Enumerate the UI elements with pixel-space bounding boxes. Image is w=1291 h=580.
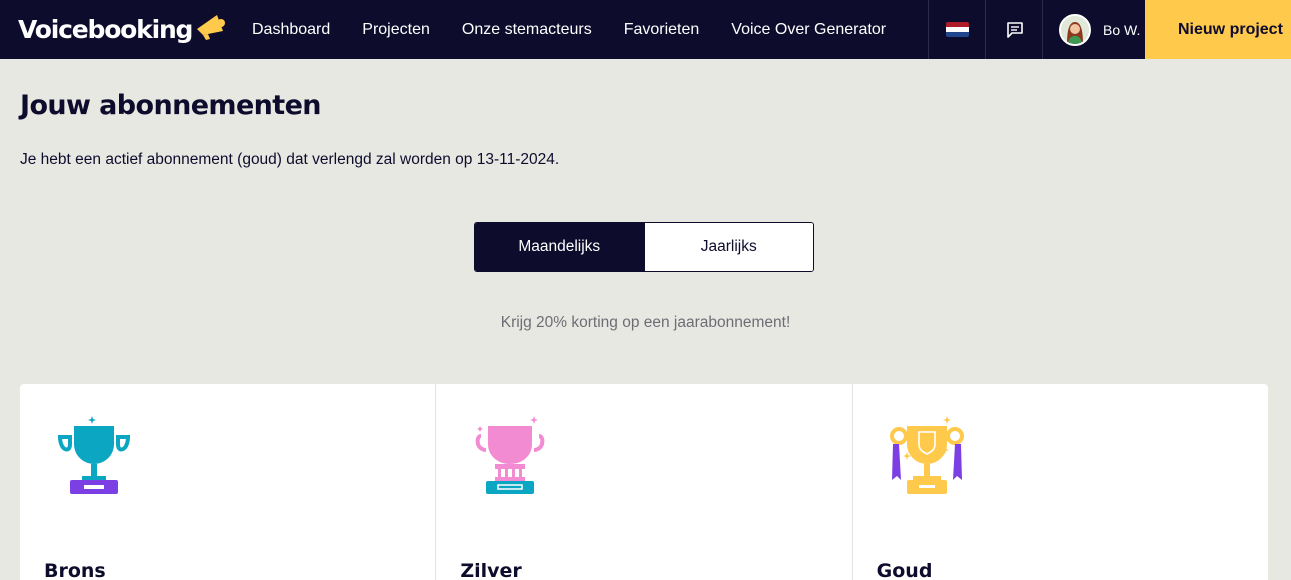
monthly-toggle-button[interactable]: Maandelijks <box>475 223 644 271</box>
language-selector[interactable] <box>928 0 986 59</box>
billing-period-toggle: Maandelijks Jaarlijks <box>474 222 814 272</box>
plans-container: Brons Zilver Goud <box>20 384 1268 580</box>
plan-card-brons[interactable]: Brons <box>20 384 437 580</box>
new-project-button[interactable]: Nieuw project <box>1145 0 1291 59</box>
user-menu[interactable]: Bo W. <box>1042 0 1146 59</box>
plan-name: Goud <box>876 560 933 580</box>
nav-voice-over-generator[interactable]: Voice Over Generator <box>731 21 886 39</box>
nav-dashboard[interactable]: Dashboard <box>252 21 330 39</box>
promo-text: Krijg 20% korting op een jaarabonnement! <box>500 314 791 331</box>
plan-name: Zilver <box>460 560 522 580</box>
main-nav: Dashboard Projecten Onze stemacteurs Fav… <box>252 0 918 59</box>
avatar <box>1059 13 1091 46</box>
megaphone-icon <box>197 15 226 40</box>
nav-projecten[interactable]: Projecten <box>362 21 430 39</box>
logo-text: Voicebooking <box>18 14 193 44</box>
page-title: Jouw abonnementen <box>20 90 322 121</box>
top-navigation-bar: Voicebooking Dashboard Projecten Onze st… <box>0 0 1291 59</box>
plan-card-goud[interactable]: Goud <box>853 384 1268 580</box>
subscription-info: Je hebt een actief abonnement (goud) dat… <box>20 151 560 168</box>
trophy-blue-icon <box>57 416 131 494</box>
nav-favorieten[interactable]: Favorieten <box>624 21 700 39</box>
trophy-gold-icon <box>889 416 964 494</box>
trophy-pink-icon <box>475 416 545 494</box>
user-name: Bo W. <box>1103 21 1141 38</box>
plan-name: Brons <box>44 560 106 580</box>
voicebooking-logo[interactable]: Voicebooking <box>18 10 227 48</box>
yearly-toggle-button[interactable]: Jaarlijks <box>643 223 813 271</box>
nav-stemacteurs[interactable]: Onze stemacteurs <box>462 21 592 39</box>
chat-icon <box>1006 21 1023 38</box>
messages-button[interactable] <box>985 0 1043 59</box>
flag-nl-icon <box>946 22 969 37</box>
plan-card-zilver[interactable]: Zilver <box>436 384 853 580</box>
